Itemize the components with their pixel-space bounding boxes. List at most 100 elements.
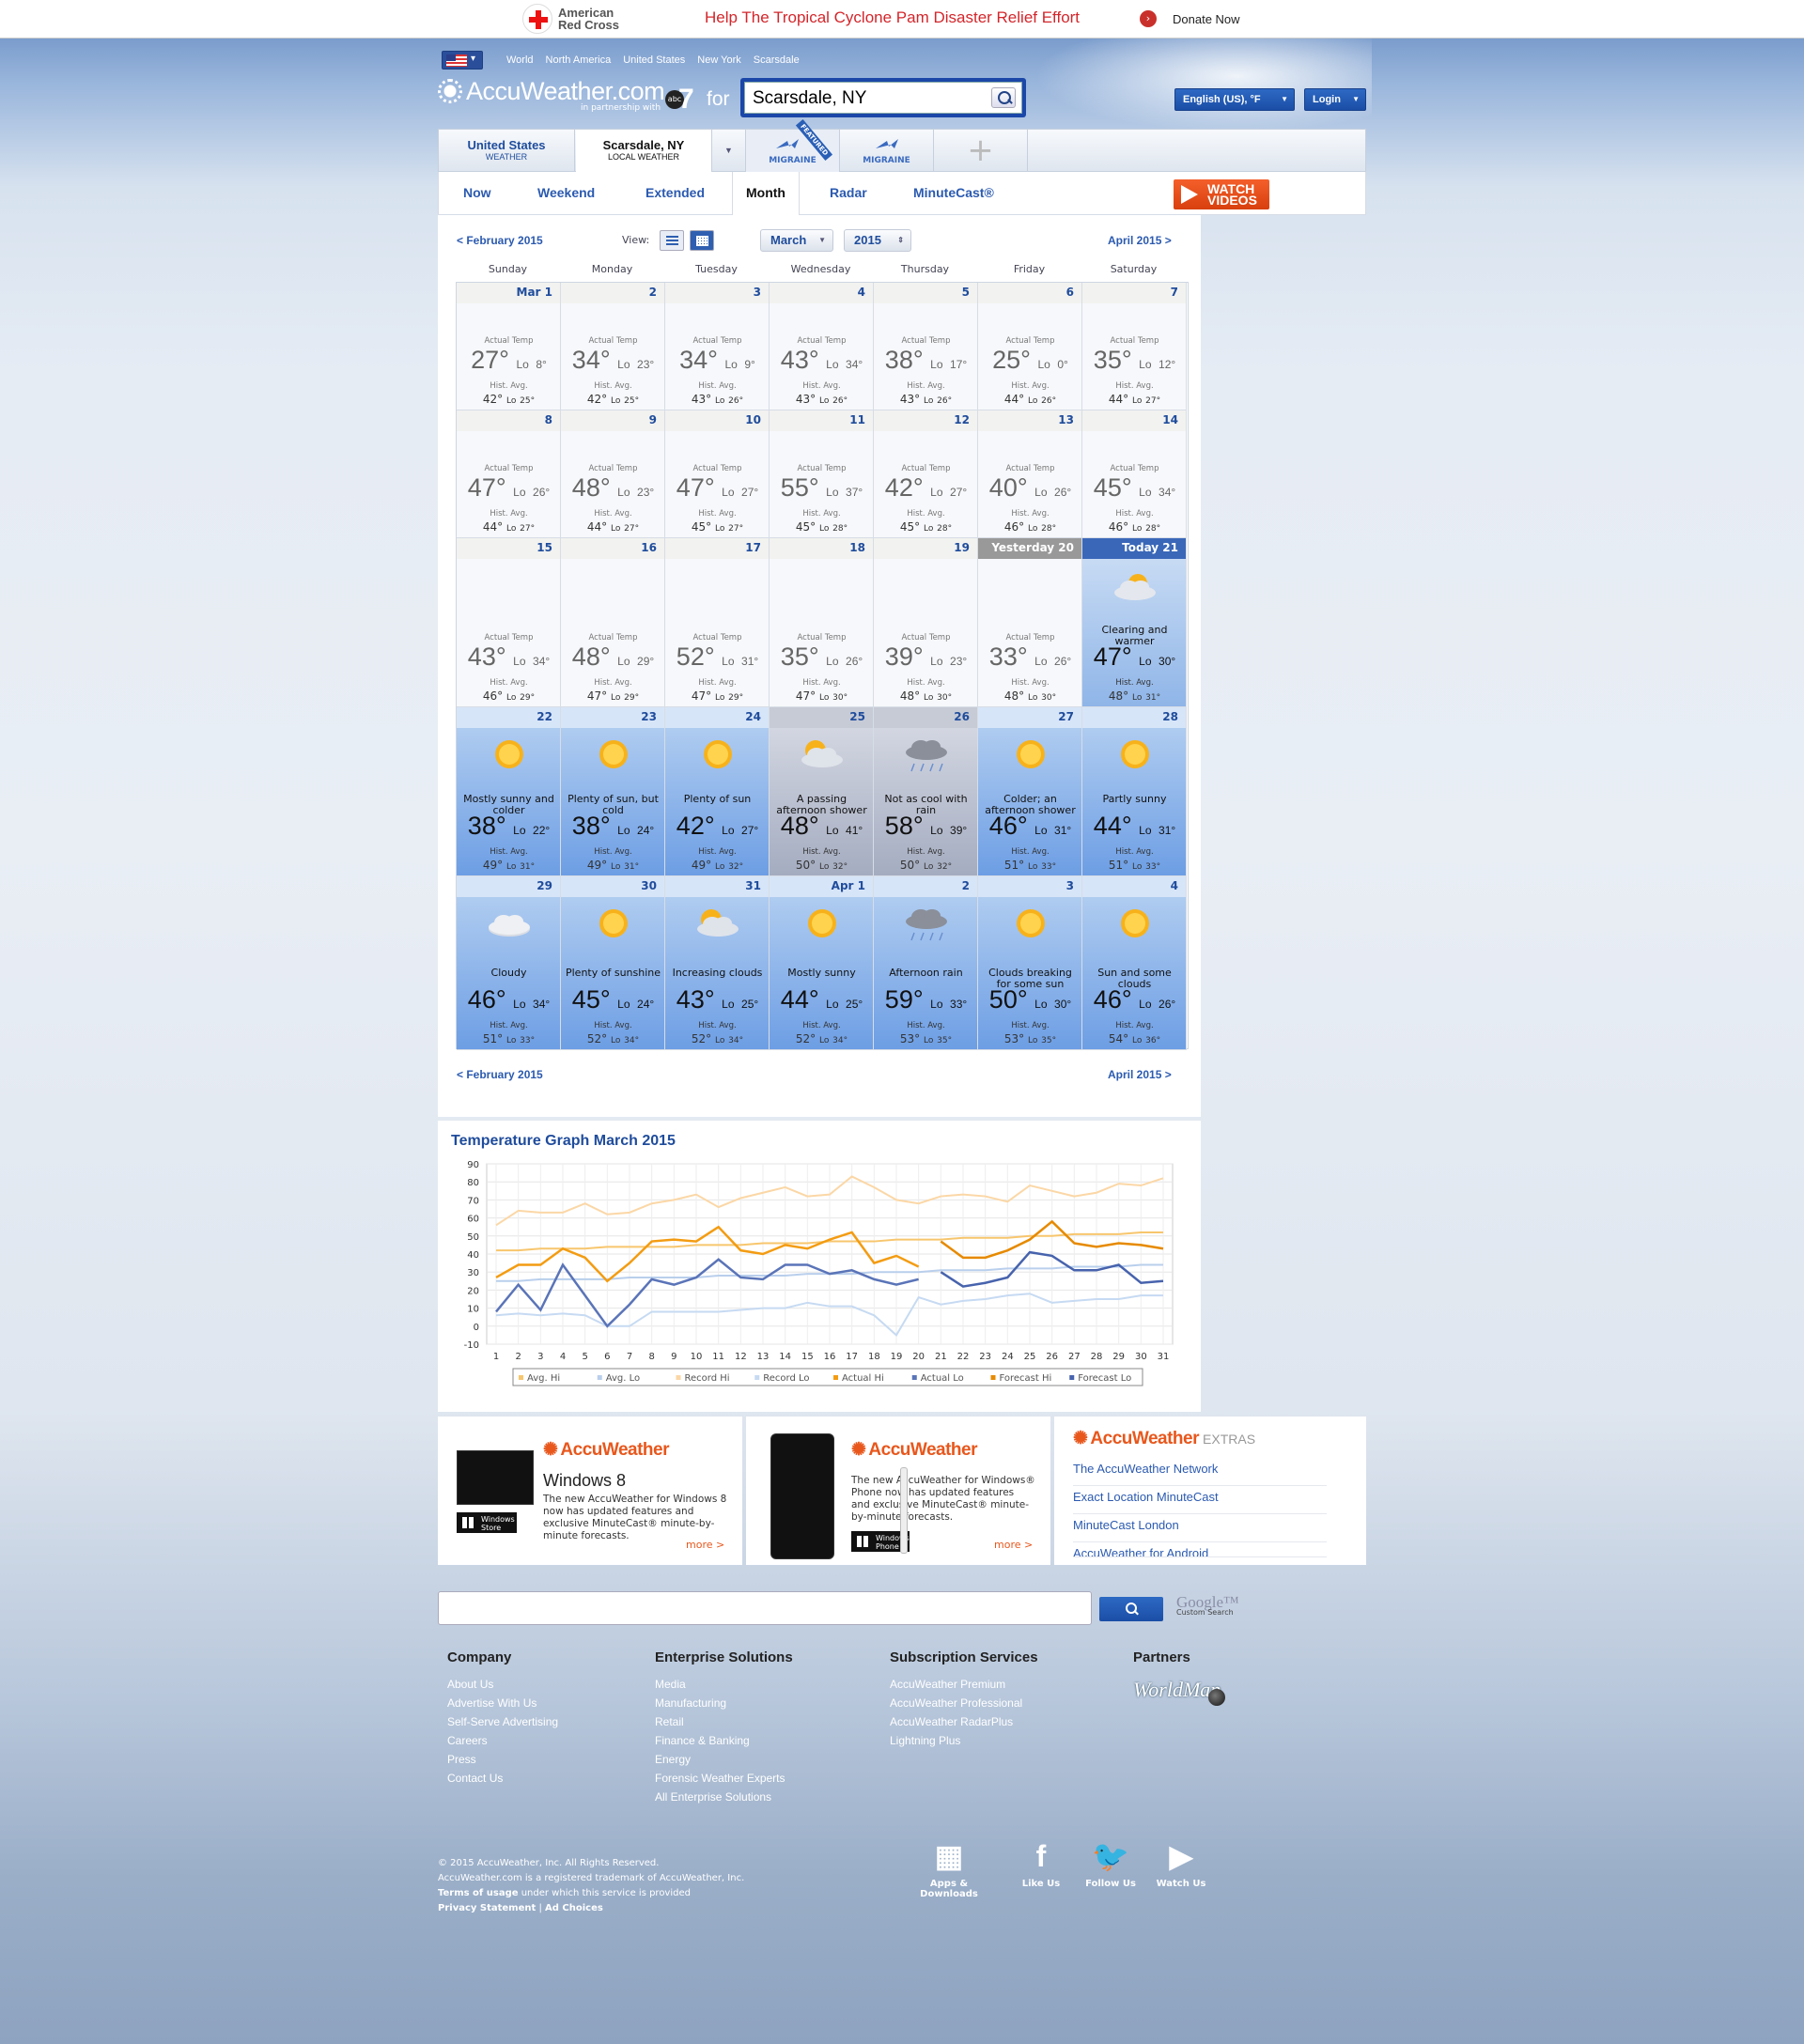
footer-link[interactable]: About Us <box>447 1675 558 1694</box>
calendar-day-cell[interactable]: 10 Actual Temp 47° Lo 27° Hist. Avg. 45° Lo … <box>665 410 770 538</box>
windows-phone-promo[interactable]: AccuWeather The new AccuWeather for Wind… <box>746 1417 1050 1565</box>
login-button[interactable]: Login ▼ <box>1304 88 1366 111</box>
grid-view-button[interactable] <box>690 230 714 251</box>
tab-minutecast[interactable]: MinuteCast® <box>913 185 994 200</box>
privacy-link[interactable]: Privacy Statement <box>438 1903 536 1913</box>
location-dropdown-button[interactable]: ▼ <box>712 130 746 172</box>
footer-link[interactable]: Lightning Plus <box>890 1731 1038 1750</box>
calendar-day-cell[interactable]: 11 Actual Temp 55° Lo 37° Hist. Avg. 45° Lo … <box>770 410 874 538</box>
extras-scrollbar[interactable] <box>900 1467 908 1554</box>
windows-phone-more-link[interactable]: more > <box>994 1539 1033 1551</box>
calendar-day-cell[interactable]: 18 Actual Temp 35° Lo 26° Hist. Avg. 47° Lo … <box>770 538 874 707</box>
footer-link[interactable]: All Enterprise Solutions <box>655 1788 793 1806</box>
windows8-promo[interactable]: AccuWeather Windows 8 The new AccuWeathe… <box>438 1417 742 1565</box>
apps-downloads-link[interactable]: ▦ Apps & Downloads <box>911 1839 987 1899</box>
facebook-link[interactable]: f Like Us <box>1003 1839 1079 1889</box>
calendar-day-cell[interactable]: 7 Actual Temp 35° Lo 12° Hist. Avg. 44° Lo 2… <box>1082 283 1187 410</box>
footer-link[interactable]: Finance & Banking <box>655 1731 793 1750</box>
tab-now[interactable]: Now <box>463 185 491 200</box>
footer-link[interactable]: Energy <box>655 1750 793 1769</box>
calendar-day-cell[interactable]: 17 Actual Temp 52° Lo 31° Hist. Avg. 47° Lo … <box>665 538 770 707</box>
calendar-day-cell[interactable]: 27 Colder; an afternoon shower 46° Lo 31° H… <box>978 707 1082 876</box>
tab-united-states-weather[interactable]: United States WEATHER <box>439 130 575 172</box>
calendar-day-cell[interactable]: 28 Partly sunny 44° Lo 31° Hist. Avg. 51° Lo… <box>1082 707 1187 876</box>
windows-store-badge[interactable]: Windows Store <box>457 1512 517 1533</box>
footer-link[interactable]: AccuWeather RadarPlus <box>890 1712 1038 1731</box>
calendar-day-cell[interactable]: 29 Cloudy 46° Lo 34° Hist. Avg. 51° Lo 33° <box>457 876 561 1050</box>
calendar-day-cell[interactable]: 23 Plenty of sun, but cold 38° Lo 24° Hist.… <box>561 707 665 876</box>
site-search-input[interactable] <box>438 1591 1092 1625</box>
red-cross-logo[interactable]: American Red Cross <box>522 4 633 34</box>
add-location-button[interactable]: + <box>934 130 1028 172</box>
calendar-day-cell[interactable]: 24 Plenty of sun 42° Lo 27° Hist. Avg. 49° L… <box>665 707 770 876</box>
breadcrumb-united-states[interactable]: United States <box>623 54 685 66</box>
calendar-day-cell[interactable]: 22 Mostly sunny and colder 38° Lo 22° Hist.… <box>457 707 561 876</box>
breadcrumb-new-york[interactable]: New York <box>697 54 740 66</box>
calendar-day-cell[interactable]: 13 Actual Temp 40° Lo 26° Hist. Avg. 46° Lo … <box>978 410 1082 538</box>
country-selector[interactable]: ▾ <box>442 51 483 70</box>
prev-month-link[interactable]: < February 2015 <box>457 234 543 247</box>
calendar-day-cell[interactable]: 30 Plenty of sunshine 45° Lo 24° Hist. Avg.… <box>561 876 665 1050</box>
calendar-day-cell[interactable]: Apr 1 Mostly sunny 44° Lo 25° Hist. Avg. 52°… <box>770 876 874 1050</box>
calendar-day-cell[interactable]: 19 Actual Temp 39° Lo 23° Hist. Avg. 48° Lo … <box>874 538 978 707</box>
year-select[interactable]: 2015 ⇕ <box>844 229 911 252</box>
site-search-button[interactable] <box>1099 1597 1163 1621</box>
tab-migraine[interactable]: MIGRAINE <box>840 130 934 172</box>
extras-link[interactable]: Exact Location MinuteCast <box>1073 1486 1327 1514</box>
language-selector[interactable]: English (US), °F ▼ <box>1174 88 1295 111</box>
footer-link[interactable]: AccuWeather Professional <box>890 1694 1038 1712</box>
relief-effort-link[interactable]: Help The Tropical Cyclone Pam Disaster R… <box>705 8 1080 27</box>
breadcrumb-world[interactable]: World <box>506 54 534 66</box>
calendar-day-cell[interactable]: 16 Actual Temp 48° Lo 29° Hist. Avg. 47° Lo … <box>561 538 665 707</box>
calendar-day-cell[interactable]: 25 A passing afternoon shower 48° Lo 41° Hi… <box>770 707 874 876</box>
calendar-day-cell[interactable]: 4 Sun and some clouds 46° Lo 26° Hist. Avg.… <box>1082 876 1187 1050</box>
calendar-day-cell[interactable]: 4 Actual Temp 43° Lo 34° Hist. Avg. 43° Lo 2… <box>770 283 874 410</box>
tab-local-weather[interactable]: Scarsdale, NY LOCAL WEATHER <box>576 130 712 173</box>
youtube-link[interactable]: ▶ Watch Us <box>1143 1839 1219 1889</box>
footer-link[interactable]: Advertise With Us <box>447 1694 558 1712</box>
calendar-day-cell[interactable]: 8 Actual Temp 47° Lo 26° Hist. Avg. 44° Lo 2… <box>457 410 561 538</box>
breadcrumb-north-america[interactable]: North America <box>546 54 612 66</box>
footer-link[interactable]: Retail <box>655 1712 793 1731</box>
footer-link[interactable]: Media <box>655 1675 793 1694</box>
chevron-right-icon[interactable]: › <box>1140 10 1157 27</box>
calendar-day-cell[interactable]: 9 Actual Temp 48° Lo 23° Hist. Avg. 44° Lo 2… <box>561 410 665 538</box>
location-search-input[interactable]: Scarsdale, NY <box>744 82 1022 114</box>
worldmap-partner-logo[interactable]: WorldMap <box>1133 1678 1225 1706</box>
footer-link[interactable]: Press <box>447 1750 558 1769</box>
tab-radar[interactable]: Radar <box>830 185 867 200</box>
calendar-day-cell[interactable]: 2 Afternoon rain 59° Lo 33° Hist. Avg. 53° L… <box>874 876 978 1050</box>
calendar-day-cell[interactable]: 3 Actual Temp 34° Lo 9° Hist. Avg. 43° Lo 26… <box>665 283 770 410</box>
accuweather-logo[interactable]: AccuWeather.com in partnership with <box>438 77 665 115</box>
extras-link[interactable]: AccuWeather for Android <box>1073 1542 1327 1557</box>
ad-choices-link[interactable]: Ad Choices <box>545 1903 603 1913</box>
month-select[interactable]: March ▼ <box>760 229 833 252</box>
calendar-day-cell[interactable]: 26 Not as cool with rain 58° Lo 39° Hist. A… <box>874 707 978 876</box>
calendar-day-cell[interactable]: 31 Increasing clouds 43° Lo 25° Hist. Avg. 5… <box>665 876 770 1050</box>
footer-link[interactable]: Forensic Weather Experts <box>655 1769 793 1788</box>
tab-weekend[interactable]: Weekend <box>537 185 595 200</box>
next-month-link[interactable]: April 2015 > <box>1108 234 1172 247</box>
twitter-link[interactable]: 🐦 Follow Us <box>1073 1839 1148 1889</box>
watch-videos-button[interactable]: WATCH VIDEOS <box>1174 179 1269 209</box>
tab-migraine-featured[interactable]: MIGRAINE FEATURED <box>746 119 840 172</box>
calendar-day-cell[interactable]: 3 Clouds breaking for some sun 50° Lo 30° H… <box>978 876 1082 1050</box>
footer-link[interactable]: AccuWeather Premium <box>890 1675 1038 1694</box>
footer-link[interactable]: Contact Us <box>447 1769 558 1788</box>
next-month-link-bottom[interactable]: April 2015 > <box>1108 1068 1172 1081</box>
calendar-day-cell[interactable]: Mar 1 Actual Temp 27° Lo 8° Hist. Avg. 42° L… <box>457 283 561 410</box>
extras-link[interactable]: The AccuWeather Network <box>1073 1458 1327 1486</box>
calendar-day-cell[interactable]: Yesterday 20 Actual Temp 33° Lo 26° Hist. A… <box>978 538 1082 707</box>
donate-now-link[interactable]: Donate Now <box>1173 12 1240 26</box>
prev-month-link-bottom[interactable]: < February 2015 <box>457 1068 543 1081</box>
footer-link[interactable]: Careers <box>447 1731 558 1750</box>
list-view-button[interactable] <box>660 230 684 251</box>
search-icon[interactable] <box>991 87 1016 108</box>
footer-link[interactable]: Self-Serve Advertising <box>447 1712 558 1731</box>
calendar-day-cell[interactable]: 2 Actual Temp 34° Lo 23° Hist. Avg. 42° Lo 2… <box>561 283 665 410</box>
windows8-more-link[interactable]: more > <box>686 1539 724 1551</box>
calendar-day-cell[interactable]: 5 Actual Temp 38° Lo 17° Hist. Avg. 43° Lo 2… <box>874 283 978 410</box>
breadcrumb-scarsdale[interactable]: Scarsdale <box>754 54 800 66</box>
tab-month[interactable]: Month <box>732 172 800 215</box>
calendar-day-cell[interactable]: 14 Actual Temp 45° Lo 34° Hist. Avg. 46° Lo … <box>1082 410 1187 538</box>
